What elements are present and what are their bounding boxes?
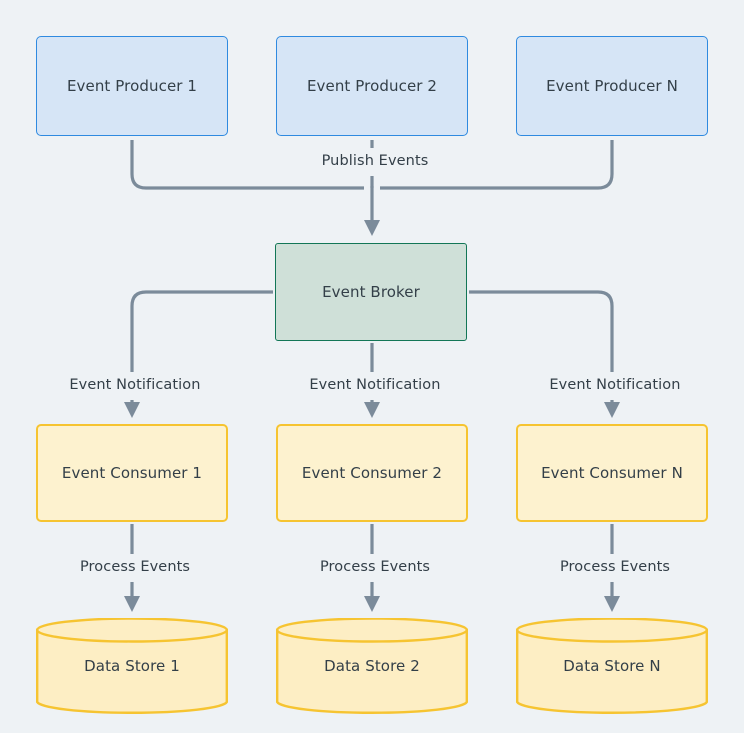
- node-event-consumer-2[interactable]: Event Consumer 2: [276, 424, 468, 522]
- edge-label-event-notification-3: Event Notification: [512, 377, 718, 394]
- node-label: Event Producer 2: [306, 77, 438, 95]
- edge-broker-to-consumer1: [130, 290, 273, 372]
- edge-label-event-notification-1: Event Notification: [32, 377, 238, 394]
- edge-label-publish-events: Publish Events: [272, 153, 478, 170]
- node-event-producer-n[interactable]: Event Producer N: [516, 36, 708, 136]
- node-label: Data Store N: [563, 657, 661, 675]
- node-data-store-2[interactable]: Data Store 2: [276, 618, 468, 714]
- edge-label-process-events-3: Process Events: [512, 559, 718, 576]
- edge-label-process-events-1: Process Events: [32, 559, 238, 576]
- node-data-store-n[interactable]: Data Store N: [516, 618, 708, 714]
- node-data-store-1[interactable]: Data Store 1: [36, 618, 228, 714]
- node-label: Event Producer 1: [66, 77, 198, 95]
- node-label: Event Consumer 1: [61, 464, 203, 482]
- node-event-consumer-1[interactable]: Event Consumer 1: [36, 424, 228, 522]
- node-label: Data Store 1: [84, 657, 180, 675]
- node-event-producer-2[interactable]: Event Producer 2: [276, 36, 468, 136]
- edge-broker-to-consumer3: [469, 290, 614, 372]
- node-event-broker[interactable]: Event Broker: [275, 243, 467, 341]
- node-event-producer-1[interactable]: Event Producer 1: [36, 36, 228, 136]
- node-label: Data Store 2: [324, 657, 420, 675]
- node-label: Event Consumer 2: [301, 464, 443, 482]
- edge-label-event-notification-2: Event Notification: [272, 377, 478, 394]
- node-label: Event Broker: [322, 283, 420, 301]
- edge-label-process-events-2: Process Events: [272, 559, 478, 576]
- diagram-canvas: Event Producer 1 Event Producer 2 Event …: [0, 0, 744, 733]
- node-event-consumer-n[interactable]: Event Consumer N: [516, 424, 708, 522]
- node-label: Event Producer N: [546, 77, 678, 95]
- node-label: Event Consumer N: [541, 464, 683, 482]
